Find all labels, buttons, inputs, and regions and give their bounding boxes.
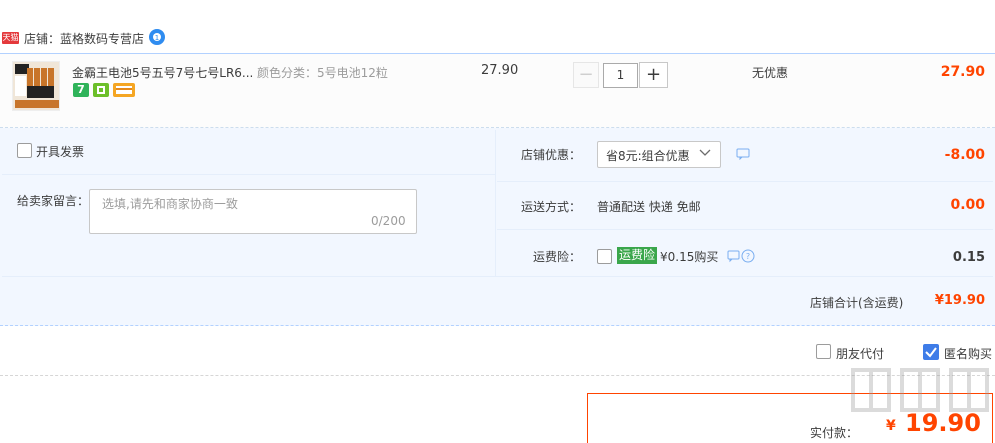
friend-pay-label[interactable]: 朋友代付 bbox=[836, 345, 884, 362]
message-icon[interactable] bbox=[736, 148, 750, 160]
divider bbox=[2, 276, 993, 277]
help-icon[interactable]: ? bbox=[727, 249, 757, 263]
shop-promo-label: 店铺优惠： bbox=[521, 148, 582, 162]
unit-price: 27.90 bbox=[481, 63, 519, 78]
memo-label: 给卖家留言： bbox=[17, 194, 90, 208]
anonymous-checkbox[interactable] bbox=[923, 344, 939, 360]
wangwang-chat-icon[interactable]: 1 bbox=[148, 28, 166, 46]
item-discount: 无优惠 bbox=[752, 66, 789, 80]
product-thumbnail[interactable] bbox=[12, 61, 60, 111]
anonymous-label[interactable]: 匿名购买 bbox=[944, 345, 992, 362]
friend-pay-checkbox[interactable] bbox=[816, 344, 831, 359]
watermark-logo-icon bbox=[851, 368, 989, 412]
quantity-decrease-button[interactable]: − bbox=[573, 62, 599, 88]
item-subtotal: 27.90 bbox=[940, 64, 985, 80]
tmall-badge: 天猫 bbox=[2, 32, 19, 44]
product-title[interactable]: 金霸王电池5号五号7号七号LR6... bbox=[72, 64, 253, 81]
battery-pack-image bbox=[13, 62, 59, 110]
memo-placeholder: 选填,请先和商家协商一致 bbox=[102, 197, 238, 211]
svg-text:1: 1 bbox=[155, 34, 159, 42]
credit-card-badge-icon bbox=[113, 83, 135, 97]
svg-text:?: ? bbox=[746, 252, 750, 261]
checkmark-icon bbox=[925, 347, 937, 358]
shop-total-label: 店铺合计(含运费) bbox=[810, 296, 904, 310]
shop-promo-selected[interactable]: 省8元:组合优惠 bbox=[606, 147, 690, 164]
guarantee-badge-icon bbox=[93, 83, 109, 97]
insurance-fee: 0.15 bbox=[952, 250, 985, 265]
quantity-increase-button[interactable]: + bbox=[639, 62, 668, 88]
shop-promo-value: -8.00 bbox=[944, 147, 985, 163]
memo-char-count: 0/200 bbox=[371, 214, 406, 228]
insurance-checkbox[interactable] bbox=[597, 249, 612, 264]
divider bbox=[497, 181, 993, 182]
shipping-fee: 0.00 bbox=[950, 197, 985, 213]
insurance-badge: 运费险 bbox=[617, 247, 658, 264]
seven-day-return-badge: 7 bbox=[73, 83, 89, 97]
invoice-label[interactable]: 开具发票 bbox=[36, 143, 84, 160]
divider bbox=[2, 174, 496, 175]
quantity-input[interactable]: 1 bbox=[603, 63, 638, 88]
divider bbox=[497, 229, 993, 230]
product-spec: 颜色分类：5号电池12粒 bbox=[257, 66, 388, 80]
invoice-checkbox[interactable] bbox=[17, 143, 32, 158]
insurance-price: ¥0.15购买 bbox=[660, 250, 719, 264]
insurance-label: 运费险： bbox=[533, 250, 582, 264]
shipping-label: 运送方式： bbox=[521, 200, 582, 214]
shipping-method: 普通配送 快递 免邮 bbox=[597, 200, 701, 214]
shop-total-value: ¥19.90 bbox=[934, 293, 985, 308]
chevron-down-icon[interactable] bbox=[698, 147, 712, 159]
divider bbox=[0, 375, 995, 376]
shop-name[interactable]: 店铺：蓝格数码专营店 bbox=[24, 30, 144, 47]
